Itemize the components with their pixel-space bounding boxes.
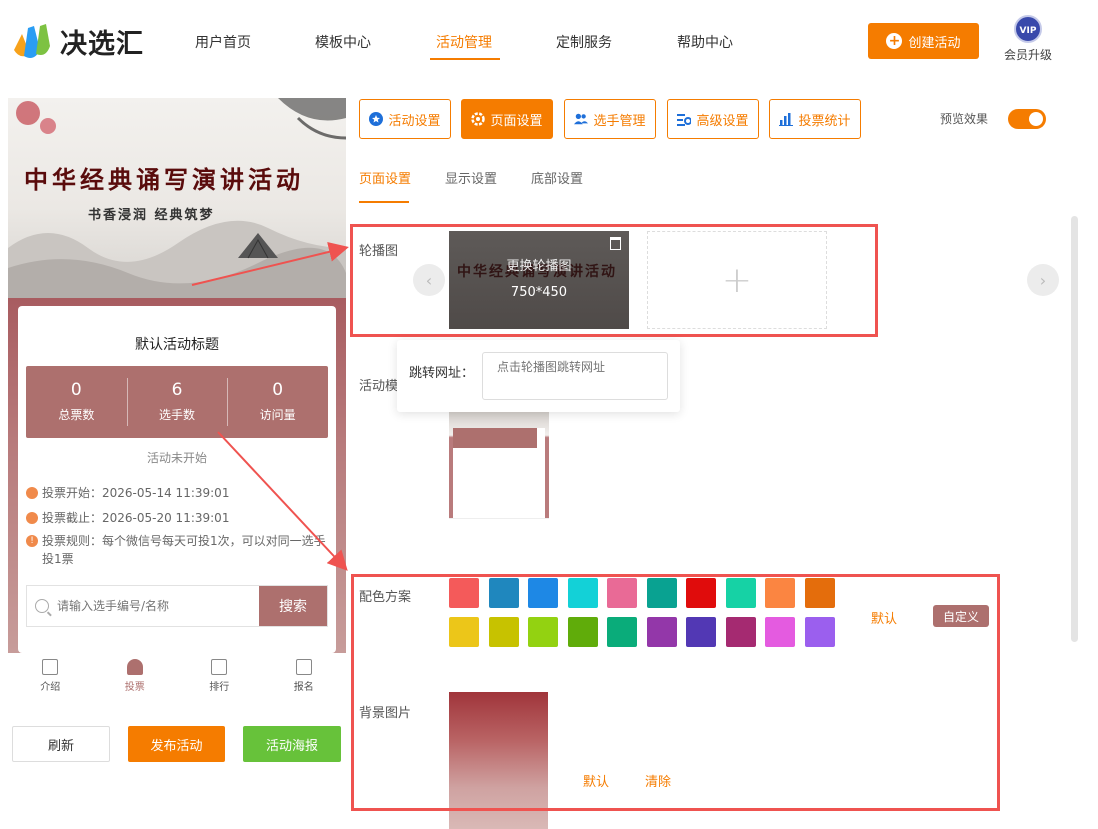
stat-value: 0 <box>272 380 284 400</box>
jump-url-label: 跳转网址： <box>409 366 475 381</box>
scrollbar[interactable] <box>1071 216 1078 642</box>
settings-sliders-icon <box>677 114 692 126</box>
vip-upgrade-label: 会员升级 <box>1003 48 1052 62</box>
tab-vote-statistics[interactable]: 投票统计 <box>769 99 861 139</box>
jump-url-input[interactable] <box>482 352 668 400</box>
create-activity-label: 创建活动 <box>908 35 961 51</box>
stats-panel: 0 总票数 6 选手数 0 访问量 <box>26 366 328 438</box>
search-icon <box>35 599 49 613</box>
star-icon <box>369 112 384 126</box>
bar-chart-icon <box>779 113 794 126</box>
tab-label: 高级设置 <box>696 113 749 129</box>
highlight-box-carousel <box>350 224 878 337</box>
vote-start-text: 投票开始：2026-05-14 11:39:01 <box>42 486 230 500</box>
vote-end-text: 投票截止：2026-05-20 11:39:01 <box>42 511 230 525</box>
jump-url-popover: 跳转网址： <box>397 340 680 412</box>
stat-contestants: 6 选手数 <box>126 366 228 438</box>
stat-value: 6 <box>171 380 183 400</box>
tabbar-label: 介绍 <box>40 682 61 693</box>
template-thumbnail[interactable] <box>449 412 549 528</box>
tabbar-label: 排行 <box>209 682 230 693</box>
stat-label: 选手数 <box>159 408 196 422</box>
refresh-button[interactable]: 刷新 <box>12 726 110 762</box>
nav-help-center[interactable]: 帮助中心 <box>677 32 733 52</box>
tab-label: 选手管理 <box>593 113 646 129</box>
clock-icon <box>26 487 38 499</box>
user-icon <box>126 659 143 675</box>
vote-rule-row: ! 投票规则：每个微信号每天可投1次，可以对同一选手投1票 <box>26 532 328 568</box>
banner-title: 中华经典诵写演讲活动 <box>24 165 304 194</box>
banner-landscape-image <box>8 98 346 298</box>
vote-rule-text: 投票规则：每个微信号每天可投1次，可以对同一选手投1票 <box>42 534 326 566</box>
activity-poster-button[interactable]: 活动海报 <box>243 726 341 762</box>
vip-badge-icon: VIP <box>1014 15 1042 43</box>
tab-page-settings[interactable]: 页面设置 <box>461 99 553 139</box>
logo-icon <box>10 20 56 62</box>
create-activity-button[interactable]: + 创建活动 <box>868 23 979 59</box>
tabbar-label: 投票 <box>124 682 145 693</box>
highlight-box-colors <box>351 574 1000 811</box>
tabbar-intro[interactable]: 介绍 <box>8 655 93 699</box>
nav-activity-management[interactable]: 活动管理 <box>436 32 492 52</box>
activity-title: 默认活动标题 <box>135 337 219 353</box>
clock-icon <box>26 512 38 524</box>
plus-icon: + <box>886 33 903 49</box>
stat-total-votes: 0 总票数 <box>26 366 127 438</box>
stat-label: 总票数 <box>58 408 95 422</box>
activity-card: 默认活动标题 0 总票数 6 选手数 0 访问量 活动未开始 投票开始：2026… <box>18 306 336 653</box>
vip-upgrade[interactable]: VIP 会员升级 <box>1000 15 1056 63</box>
tab-label: 投票统计 <box>798 113 851 129</box>
tab-label: 页面设置 <box>490 113 543 129</box>
vote-end-row: 投票截止：2026-05-20 11:39:01 <box>26 509 229 527</box>
stat-visits: 0 访问量 <box>227 366 328 438</box>
nav-active-underline <box>430 58 500 60</box>
search-input[interactable] <box>27 586 259 626</box>
template-label: 活动模 <box>359 379 399 394</box>
phone-preview: 中华经典诵写演讲活动 书香浸润 经典筑梦 默认活动标题 0 总票数 6 选手数 … <box>8 98 346 698</box>
tabbar-ranking[interactable]: 排行 <box>177 655 262 699</box>
template-tabbar <box>449 518 549 528</box>
tabbar-signup[interactable]: 报名 <box>262 655 347 699</box>
activity-status: 活动未开始 <box>146 451 207 465</box>
tab-contestant-management[interactable]: 选手管理 <box>564 99 656 139</box>
document-icon <box>42 659 59 675</box>
subtab-active-underline <box>359 201 409 203</box>
subtab-page-settings[interactable]: 页面设置 <box>359 168 411 187</box>
gear-icon <box>471 112 486 126</box>
logo[interactable]: 决选汇 <box>10 20 144 62</box>
top-header: 决选汇 用户首页 模板中心 活动管理 定制服务 帮助中心 + 创建活动 VIP … <box>0 0 1098 82</box>
tabbar-label: 报名 <box>293 682 314 693</box>
carousel-next-arrow[interactable]: › <box>1027 264 1059 296</box>
contestant-search: 搜索 <box>26 585 328 627</box>
tabbar-vote[interactable]: 投票 <box>93 655 178 699</box>
preview-tabbar: 介绍 投票 排行 报名 <box>8 655 346 699</box>
preview-effect-toggle[interactable] <box>1008 109 1046 129</box>
preview-banner: 中华经典诵写演讲活动 书香浸润 经典筑梦 <box>8 98 346 298</box>
preview-effect-label: 预览效果 <box>940 112 989 126</box>
id-card-icon <box>295 659 312 675</box>
stat-value: 0 <box>70 380 82 400</box>
stat-label: 访问量 <box>259 408 296 422</box>
publish-activity-button[interactable]: 发布活动 <box>128 726 225 762</box>
info-icon: ! <box>26 535 38 547</box>
logo-text: 决选汇 <box>60 28 144 60</box>
nav-custom-service[interactable]: 定制服务 <box>556 32 612 52</box>
vote-start-row: 投票开始：2026-05-14 11:39:01 <box>26 484 229 502</box>
tab-label: 活动设置 <box>388 113 441 129</box>
template-stats-bar <box>453 428 537 448</box>
nav-template-center[interactable]: 模板中心 <box>315 32 371 52</box>
search-button[interactable]: 搜索 <box>259 586 327 626</box>
banner-subtitle: 书香浸润 经典筑梦 <box>88 208 215 223</box>
subtab-display-settings[interactable]: 显示设置 <box>445 168 497 187</box>
bar-chart-icon <box>211 659 228 675</box>
tab-advanced-settings[interactable]: 高级设置 <box>667 99 759 139</box>
users-icon <box>574 113 589 125</box>
subtab-footer-settings[interactable]: 底部设置 <box>531 168 583 187</box>
tab-activity-settings[interactable]: 活动设置 <box>359 99 451 139</box>
nav-user-home[interactable]: 用户首页 <box>195 32 251 52</box>
